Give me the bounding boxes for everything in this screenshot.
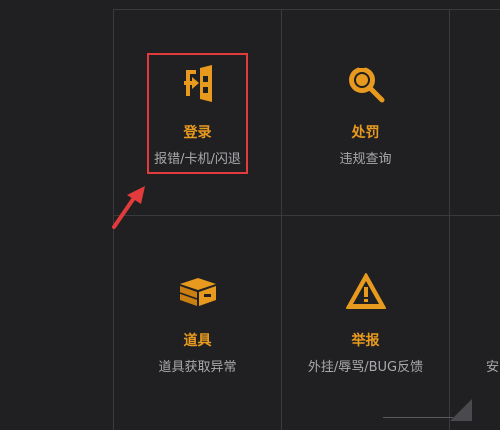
tile-items[interactable]: 道具 道具获取异常 bbox=[114, 216, 281, 422]
tile-penalty[interactable]: 处罚 违规查询 bbox=[282, 10, 449, 216]
pointer-arrow-icon bbox=[112, 186, 145, 229]
corner-fold-icon bbox=[450, 399, 472, 421]
tile-title: 处罚 bbox=[351, 125, 380, 141]
tile-report[interactable]: 举报 外挂/辱骂/BUG反馈 bbox=[282, 216, 449, 422]
tile-subtitle: 违规查询 bbox=[339, 152, 392, 167]
magnifier-icon bbox=[344, 62, 388, 106]
warning-icon bbox=[344, 270, 388, 314]
toolbox-icon bbox=[176, 270, 220, 314]
selection-highlight bbox=[147, 53, 248, 174]
tile-subtitle: 外挂/辱骂/BUG反馈 bbox=[307, 360, 424, 375]
tile-title: 道具 bbox=[183, 333, 212, 349]
divider bbox=[383, 417, 453, 418]
tile-title: 举报 bbox=[351, 333, 380, 349]
app-root: { "tiles": [ { "id": "login", "title": "… bbox=[0, 0, 500, 430]
tile-subtitle: 道具获取异常 bbox=[158, 360, 237, 375]
grid-divider bbox=[449, 10, 450, 430]
tile-subtitle-partial: 安 bbox=[486, 360, 500, 375]
